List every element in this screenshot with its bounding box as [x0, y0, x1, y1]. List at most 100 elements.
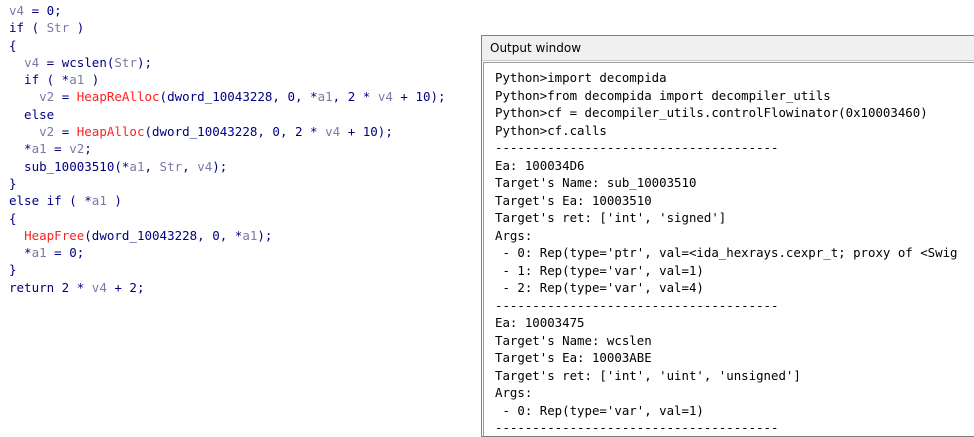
code-token: v2 [39, 124, 55, 140]
output-line: - 0: Rep(type='ptr', val=<ida_hexrays.ce… [495, 245, 958, 260]
code-token: else if [9, 193, 62, 209]
code-token: a1 [242, 227, 258, 243]
code-token: (dword_10043228, 0, 2 * [144, 124, 326, 140]
code-token: ; [84, 141, 92, 157]
code-line: v4 = 0; [9, 2, 446, 19]
code-token: ) [106, 193, 122, 209]
code-token: a1 [317, 89, 333, 105]
code-token: + 10); [340, 124, 393, 140]
code-line: *a1 = 0; [9, 244, 446, 261]
code-token: v2 [69, 141, 85, 157]
output-line: Python>import decompida [495, 70, 667, 85]
code-token: a1 [31, 245, 47, 261]
code-token: HeapReAlloc [76, 89, 160, 105]
code-token: * [9, 245, 32, 261]
code-token: v4 [377, 89, 393, 105]
code-token: a1 [91, 193, 107, 209]
code-token: Str [114, 54, 137, 70]
output-line: Ea: 100034D6 [495, 157, 585, 173]
code-line: return 2 * v4 + 2; [9, 279, 446, 296]
output-line: Target's ret: ['int', 'uint', 'unsigned'… [495, 367, 801, 383]
code-token: v2 [39, 89, 55, 105]
output-line: -------------------------------------- [495, 297, 779, 313]
code-token: , 2 * [332, 89, 378, 105]
output-line: - 0: Rep(type='var', val=1) [495, 402, 704, 418]
code-token: = [46, 141, 70, 157]
code-token: ); [257, 227, 273, 243]
code-token: if [9, 20, 25, 36]
output-line: -------------------------------------- [495, 420, 779, 435]
output-line: Target's Name: sub_10003510 [495, 175, 697, 190]
code-line: sub_10003510(*a1, Str, v4); [9, 158, 446, 175]
code-line: v2 = HeapReAlloc(dword_10043228, 0, *a1,… [9, 88, 446, 105]
output-line: - 1: Rep(type='var', val=1) [495, 262, 704, 278]
code-line: else if ( *a1 ) [9, 192, 446, 209]
code-line: { [9, 210, 446, 227]
code-token: } [9, 175, 17, 191]
code-token: return [9, 279, 55, 295]
code-token: v4 [325, 124, 341, 140]
code-token: Str [46, 20, 70, 36]
code-line: if ( Str ) [9, 19, 446, 36]
code-token: ( * [39, 72, 70, 88]
code-token: ( [24, 20, 47, 36]
output-line: Target's ret: ['int', 'signed'] [495, 210, 727, 225]
code-token: = [54, 124, 77, 140]
code-line: HeapFree(dword_10043228, 0, *a1); [9, 227, 446, 244]
code-token: = 0; [46, 245, 85, 261]
output-line: Python>from decompida import decompiler_… [495, 87, 831, 103]
code-line: } [9, 261, 446, 278]
code-token: + 10); [392, 89, 446, 105]
code-token: else [9, 106, 55, 122]
code-token: v4 [9, 3, 25, 18]
code-token: v4 [91, 279, 107, 295]
code-token: + 2; [106, 279, 145, 295]
code-token: v4 [197, 158, 213, 174]
code-line: { [9, 37, 446, 54]
code-token: a1 [129, 158, 145, 174]
output-content[interactable]: Python>import decompida Python>from decom… [483, 62, 974, 436]
code-token: = 0; [24, 3, 62, 18]
output-line: Args: [495, 385, 533, 400]
code-token: = wcslen( [39, 54, 115, 70]
output-line: Args: [495, 227, 533, 243]
output-line: Target's Ea: 10003510 [495, 192, 652, 208]
output-line: Target's Name: wcslen [495, 332, 652, 348]
code-token: = [54, 89, 77, 105]
output-line: Ea: 10003475 [495, 315, 585, 330]
code-token: , [144, 158, 160, 174]
code-token: } [9, 262, 17, 278]
output-line: Python>cf.calls [495, 122, 607, 138]
code-token: ); [136, 54, 153, 70]
code-line: v2 = HeapAlloc(dword_10043228, 0, 2 * v4… [9, 123, 446, 140]
output-line: - 2: Rep(type='var', val=4) [495, 280, 704, 295]
code-token: v4 [24, 54, 40, 70]
code-line: else [9, 106, 446, 123]
code-token: { [9, 37, 17, 53]
output-line: -------------------------------------- [495, 140, 779, 155]
code-token: if [9, 72, 40, 88]
code-token: a1 [69, 72, 85, 88]
code-token: a1 [31, 141, 47, 157]
pseudocode-view[interactable]: v4 = 0; if ( Str ){ v4 = wcslen(Str); if … [9, 2, 446, 296]
code-token: ) [69, 20, 85, 36]
output-window-title: Output window [482, 36, 974, 61]
code-token: * [9, 141, 32, 157]
output-window[interactable]: Output window Python>import decompida Pyt… [481, 35, 974, 437]
output-line: Python>cf = decompiler_utils.controlFlow… [495, 105, 928, 120]
code-token: HeapAlloc [76, 124, 145, 140]
code-line: *a1 = v2; [9, 140, 446, 157]
code-token: HeapFree [24, 227, 85, 243]
code-line: v4 = wcslen(Str); [9, 54, 446, 71]
code-token: ( * [61, 193, 92, 209]
code-token: Str [159, 158, 183, 174]
output-lines: Python>import decompida Python>from decom… [484, 63, 974, 436]
code-token: (dword_10043228, 0, * [159, 89, 318, 105]
code-token: ) [84, 72, 100, 88]
code-line: } [9, 175, 446, 192]
code-token: , [182, 158, 198, 174]
